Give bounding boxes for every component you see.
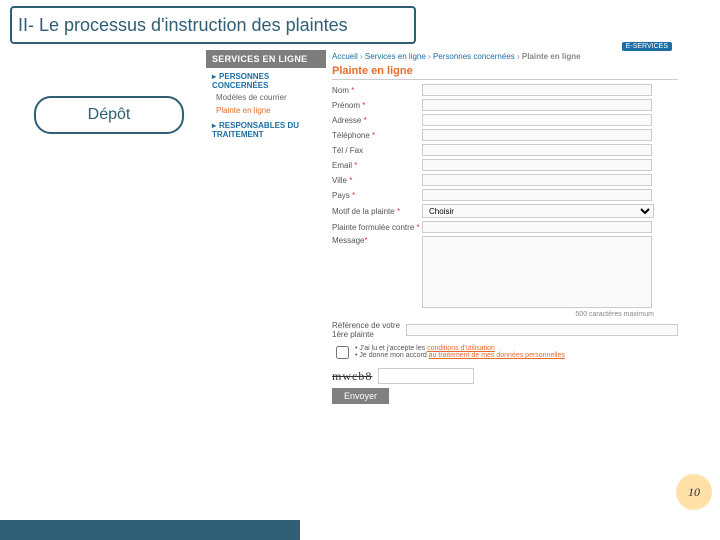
main-panel: Accueil › Services en ligne › Personnes … bbox=[332, 50, 678, 404]
ville-input[interactable] bbox=[422, 174, 652, 186]
page-number: 10 bbox=[688, 485, 700, 500]
slide-title: II- Le processus d'instruction des plain… bbox=[18, 15, 348, 36]
email-input[interactable] bbox=[422, 159, 652, 171]
chevron-right-icon: ▸ bbox=[212, 121, 216, 130]
captcha-image: mwcb8 bbox=[332, 369, 372, 384]
consent-checkbox[interactable] bbox=[336, 346, 349, 359]
field-message: Message* bbox=[332, 236, 678, 308]
submit-button[interactable]: Envoyer bbox=[332, 388, 389, 404]
max-chars-note: 500 caractères maximum bbox=[332, 311, 654, 318]
captcha-row: mwcb8 bbox=[332, 368, 678, 384]
consent-block: • J'ai lu et j'accepte les conditions d'… bbox=[332, 345, 678, 362]
crumb-current: Plainte en ligne bbox=[522, 52, 581, 61]
sidebar-section-responsables: ▸RESPONSABLES DU TRAITEMENT bbox=[206, 117, 326, 140]
breadcrumb: Accueil › Services en ligne › Personnes … bbox=[332, 50, 678, 65]
field-ville: Ville * bbox=[332, 174, 678, 186]
data-link[interactable]: au traitement de mes données personnelle… bbox=[429, 352, 565, 359]
form-title: Plainte en ligne bbox=[332, 65, 678, 80]
sidebar: SERVICES EN LIGNE ▸PERSONNES CONCERNÉES … bbox=[206, 50, 326, 140]
field-nom: Nom * bbox=[332, 84, 678, 96]
message-textarea[interactable] bbox=[422, 236, 652, 308]
ref-input[interactable] bbox=[406, 324, 678, 336]
depot-label: Dépôt bbox=[88, 106, 131, 124]
depot-pill: Dépôt bbox=[34, 96, 184, 134]
crumb-services[interactable]: Services en ligne bbox=[365, 52, 426, 61]
footer-bar bbox=[0, 520, 300, 540]
embedded-screenshot: E-SERVICES SERVICES EN LIGNE ▸PERSONNES … bbox=[206, 50, 678, 404]
captcha-input[interactable] bbox=[378, 368, 474, 384]
slide: II- Le processus d'instruction des plain… bbox=[0, 0, 720, 540]
field-pays: Pays * bbox=[332, 189, 678, 201]
sidebar-item-plainte[interactable]: Plainte en ligne bbox=[206, 104, 326, 117]
field-contre: Plainte formulée contre * bbox=[332, 221, 678, 233]
prenom-input[interactable] bbox=[422, 99, 652, 111]
field-prenom: Prénom * bbox=[332, 99, 678, 111]
chevron-right-icon: ▸ bbox=[212, 72, 216, 81]
pays-input[interactable] bbox=[422, 189, 652, 201]
conditions-link[interactable]: conditions d'utilisation bbox=[427, 345, 495, 352]
field-ref: Référence de votre 1ère plainte bbox=[332, 321, 678, 339]
adresse-input[interactable] bbox=[422, 114, 652, 126]
slide-title-box: II- Le processus d'instruction des plain… bbox=[10, 6, 416, 44]
crumb-accueil[interactable]: Accueil bbox=[332, 52, 358, 61]
field-motif: Motif de la plainte *Choisir bbox=[332, 204, 678, 218]
motif-select[interactable]: Choisir bbox=[422, 204, 654, 218]
field-telephone: Téléphone * bbox=[332, 129, 678, 141]
sidebar-header: SERVICES EN LIGNE bbox=[206, 50, 326, 68]
nom-input[interactable] bbox=[422, 84, 652, 96]
page-number-badge: 10 bbox=[676, 474, 712, 510]
crumb-personnes[interactable]: Personnes concernées bbox=[433, 52, 515, 61]
eservices-badge: E-SERVICES bbox=[622, 42, 672, 51]
field-fax: Tél / Fax bbox=[332, 144, 678, 156]
title-underline bbox=[18, 42, 408, 44]
telephone-input[interactable] bbox=[422, 129, 652, 141]
fax-input[interactable] bbox=[422, 144, 652, 156]
field-email: Email * bbox=[332, 159, 678, 171]
sidebar-item-modeles[interactable]: Modèles de courrier bbox=[206, 91, 326, 104]
contre-input[interactable] bbox=[422, 221, 652, 233]
field-adresse: Adresse * bbox=[332, 114, 678, 126]
sidebar-section-personnes: ▸PERSONNES CONCERNÉES bbox=[206, 68, 326, 91]
